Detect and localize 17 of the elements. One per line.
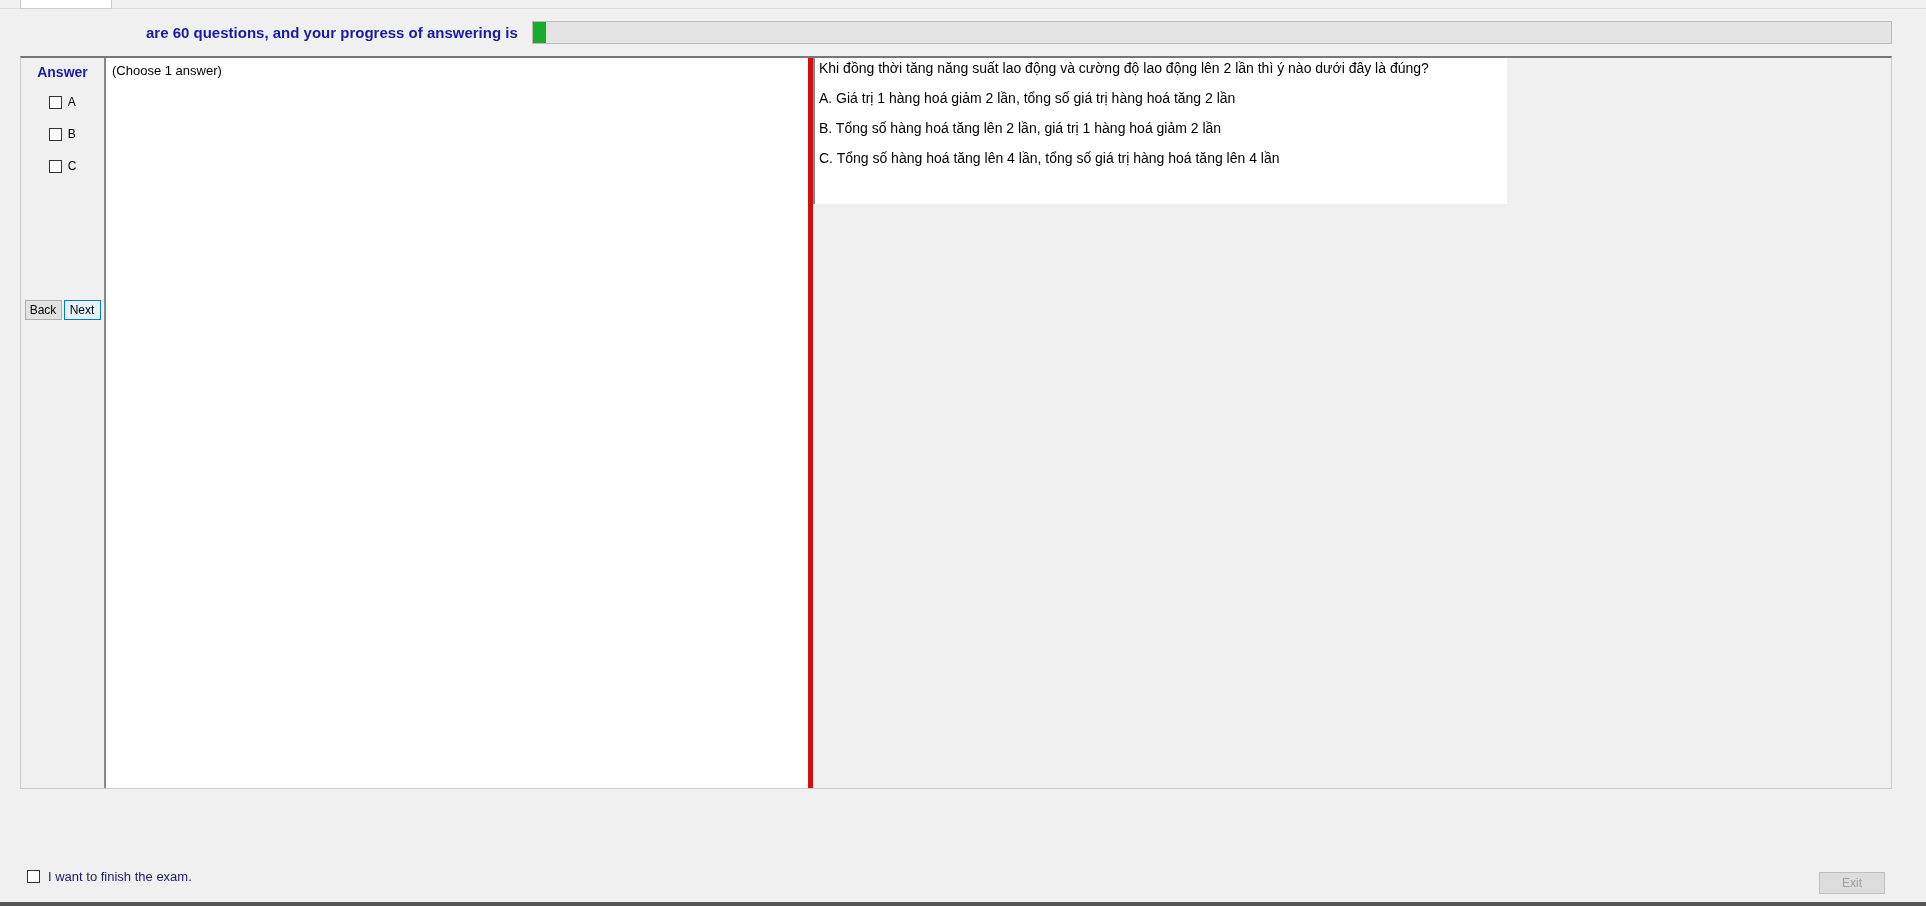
checkbox[interactable] (27, 870, 40, 883)
question-text: Khi đồng thời tăng năng suất lao động và cường độ lao động lên 2 lần thì ý nào dưới đây là đúng? (819, 60, 1430, 76)
nav-button[interactable]: Back (24, 300, 62, 320)
instruction-text: (Choose 1 answer) (112, 63, 222, 78)
nav-button[interactable]: Next (63, 300, 101, 320)
checkbox-label: I want to finish the exam. (48, 869, 192, 884)
checkbox[interactable] (48, 159, 62, 173)
choice-text: C. Tổng số hàng hoá tăng lên 4 lần, tổng số giá trị hàng hoá tăng lên 4 lần (819, 150, 1281, 166)
option-label: B (67, 127, 76, 141)
choice-text: A. Giá trị 1 hàng hoá giảm 2 lần, tổng số giá trị hàng hoá tăng 2 lần (819, 90, 1237, 106)
choice-text: B. Tổng số hàng hoá tăng lên 2 lần, giá trị 1 hàng hoá giảm 2 lần (819, 120, 1223, 136)
checkbox[interactable] (48, 95, 62, 109)
checkbox[interactable] (48, 127, 62, 141)
answer-heading: Answer (37, 64, 88, 80)
progress-label: are 60 questions, and your progress of answering is (146, 23, 518, 41)
option-label: A (67, 95, 76, 109)
option-label: C (67, 159, 77, 173)
